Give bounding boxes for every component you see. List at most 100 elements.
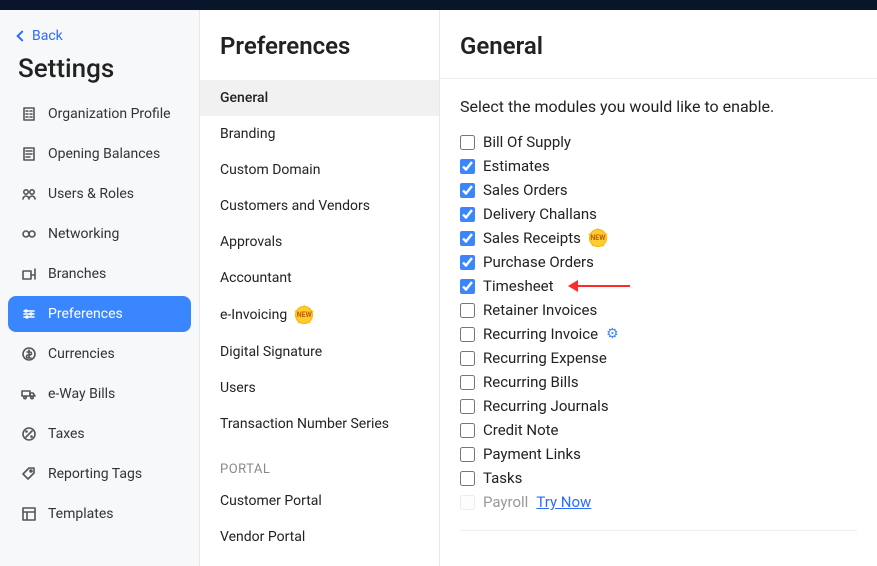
sidebar-item-opening-balances[interactable]: Opening Balances (8, 136, 191, 172)
chevron-left-icon (16, 30, 27, 41)
module-label: Bill Of Supply (483, 133, 571, 151)
module-label: Payment Links (483, 445, 581, 463)
sidebar-item-label: Currencies (48, 346, 115, 362)
sidebar-item-taxes[interactable]: Taxes (8, 416, 191, 452)
module-row-bill-of-supply: Bill Of Supply (460, 130, 857, 154)
sidebar-item-e-way-bills[interactable]: e-Way Bills (8, 376, 191, 412)
pref-item-accountant[interactable]: Accountant (200, 260, 439, 296)
module-label: Recurring Invoice (483, 325, 598, 343)
pref-item-label: Customer Portal (220, 493, 322, 509)
module-row-recurring-invoice: Recurring Invoice ⚙ (460, 322, 857, 346)
pref-item-custom-domain[interactable]: Custom Domain (200, 152, 439, 188)
settings-sidebar: Back Settings Organization Profile Openin… (0, 10, 200, 566)
pref-item-label: Approvals (220, 234, 282, 250)
pref-item-label: Branding (220, 126, 275, 142)
building-icon (20, 105, 38, 123)
pref-item-label: Users (220, 380, 256, 396)
sidebar-item-networking[interactable]: Networking (8, 216, 191, 252)
pref-item-e-invoicing[interactable]: e-InvoicingNEW (200, 296, 439, 334)
back-link-label: Back (32, 28, 63, 44)
pref-item-users[interactable]: Users (200, 370, 439, 406)
module-checkbox[interactable] (460, 183, 475, 198)
sidebar-item-organization-profile[interactable]: Organization Profile (8, 96, 191, 132)
module-checkbox[interactable] (460, 399, 475, 414)
sidebar-item-label: e-Way Bills (48, 386, 115, 402)
module-checkbox[interactable] (460, 255, 475, 270)
sidebar-item-reporting-tags[interactable]: Reporting Tags (8, 456, 191, 492)
module-checkbox[interactable] (460, 447, 475, 462)
module-label: Recurring Expense (483, 349, 607, 367)
sidebar-item-branches[interactable]: Branches (8, 256, 191, 292)
sidebar-item-templates[interactable]: Templates (8, 496, 191, 532)
pref-item-branding[interactable]: Branding (200, 116, 439, 152)
dollar-icon (20, 345, 38, 363)
tag-icon (20, 465, 38, 483)
module-checkbox[interactable] (460, 471, 475, 486)
pref-item-label: Accountant (220, 270, 292, 286)
divider (440, 78, 877, 79)
general-panel: General Select the modules you would lik… (440, 10, 877, 566)
module-row-recurring-expense: Recurring Expense (460, 346, 857, 370)
module-checkbox[interactable] (460, 351, 475, 366)
pref-group-portal: PORTAL (200, 442, 439, 483)
sidebar-item-label: Users & Roles (48, 186, 134, 202)
pref-item-label: Custom Domain (220, 162, 320, 178)
sidebar-item-label: Networking (48, 226, 119, 242)
pref-item-transaction-number-series[interactable]: Transaction Number Series (200, 406, 439, 442)
module-checkbox[interactable] (460, 159, 475, 174)
page-title: General (460, 32, 857, 78)
module-checkbox[interactable] (460, 207, 475, 222)
module-checkbox[interactable] (460, 303, 475, 318)
module-row-payroll: Payroll Try Now (460, 490, 857, 514)
branch-icon (20, 265, 38, 283)
highlight-arrow-icon (570, 285, 630, 287)
settings-title: Settings (8, 48, 191, 96)
module-label: Sales Receipts (483, 229, 581, 247)
module-label: Payroll (483, 493, 528, 511)
gear-icon[interactable]: ⚙ (606, 326, 619, 342)
new-badge-icon: NEW (589, 229, 607, 247)
module-row-sales-orders: Sales Orders (460, 178, 857, 202)
sidebar-item-label: Reporting Tags (48, 466, 142, 482)
module-checkbox[interactable] (460, 135, 475, 150)
section-lead: Select the modules you would like to ena… (460, 97, 857, 116)
back-link[interactable]: Back (8, 24, 191, 48)
percent-icon (20, 425, 38, 443)
pref-item-label: e-Invoicing (220, 307, 287, 323)
pref-item-label: Customers and Vendors (220, 198, 370, 214)
sidebar-item-preferences[interactable]: Preferences (8, 296, 191, 332)
pref-item-vendor-portal[interactable]: Vendor Portal (200, 519, 439, 555)
module-row-timesheet: Timesheet (460, 274, 857, 298)
sliders-icon (20, 305, 38, 323)
preferences-column: Preferences GeneralBrandingCustom Domain… (200, 10, 440, 566)
module-checkbox[interactable] (460, 375, 475, 390)
pref-item-approvals[interactable]: Approvals (200, 224, 439, 260)
module-label: Sales Orders (483, 181, 568, 199)
module-checkbox[interactable] (460, 327, 475, 342)
module-row-purchase-orders: Purchase Orders (460, 250, 857, 274)
sidebar-item-users-roles[interactable]: Users & Roles (8, 176, 191, 212)
pref-item-customer-portal[interactable]: Customer Portal (200, 483, 439, 519)
sidebar-item-label: Branches (48, 266, 106, 282)
sidebar-item-label: Preferences (48, 306, 123, 322)
sidebar-item-label: Taxes (48, 426, 85, 442)
module-label: Credit Note (483, 421, 559, 439)
module-label: Timesheet (483, 277, 554, 295)
sidebar-item-label: Organization Profile (48, 106, 171, 122)
module-row-tasks: Tasks (460, 466, 857, 490)
truck-icon (20, 385, 38, 403)
module-label: Purchase Orders (483, 253, 594, 271)
pref-item-label: General (220, 90, 268, 106)
module-checkbox[interactable] (460, 279, 475, 294)
module-checkbox[interactable] (460, 231, 475, 246)
try-now-link[interactable]: Try Now (536, 493, 591, 511)
module-label: Recurring Bills (483, 373, 579, 391)
pref-item-customers-and-vendors[interactable]: Customers and Vendors (200, 188, 439, 224)
module-row-retainer-invoices: Retainer Invoices (460, 298, 857, 322)
app-titlebar (0, 0, 877, 10)
pref-item-digital-signature[interactable]: Digital Signature (200, 334, 439, 370)
sidebar-item-currencies[interactable]: Currencies (8, 336, 191, 372)
pref-item-label: Digital Signature (220, 344, 322, 360)
pref-item-general[interactable]: General (200, 80, 439, 116)
module-checkbox[interactable] (460, 423, 475, 438)
